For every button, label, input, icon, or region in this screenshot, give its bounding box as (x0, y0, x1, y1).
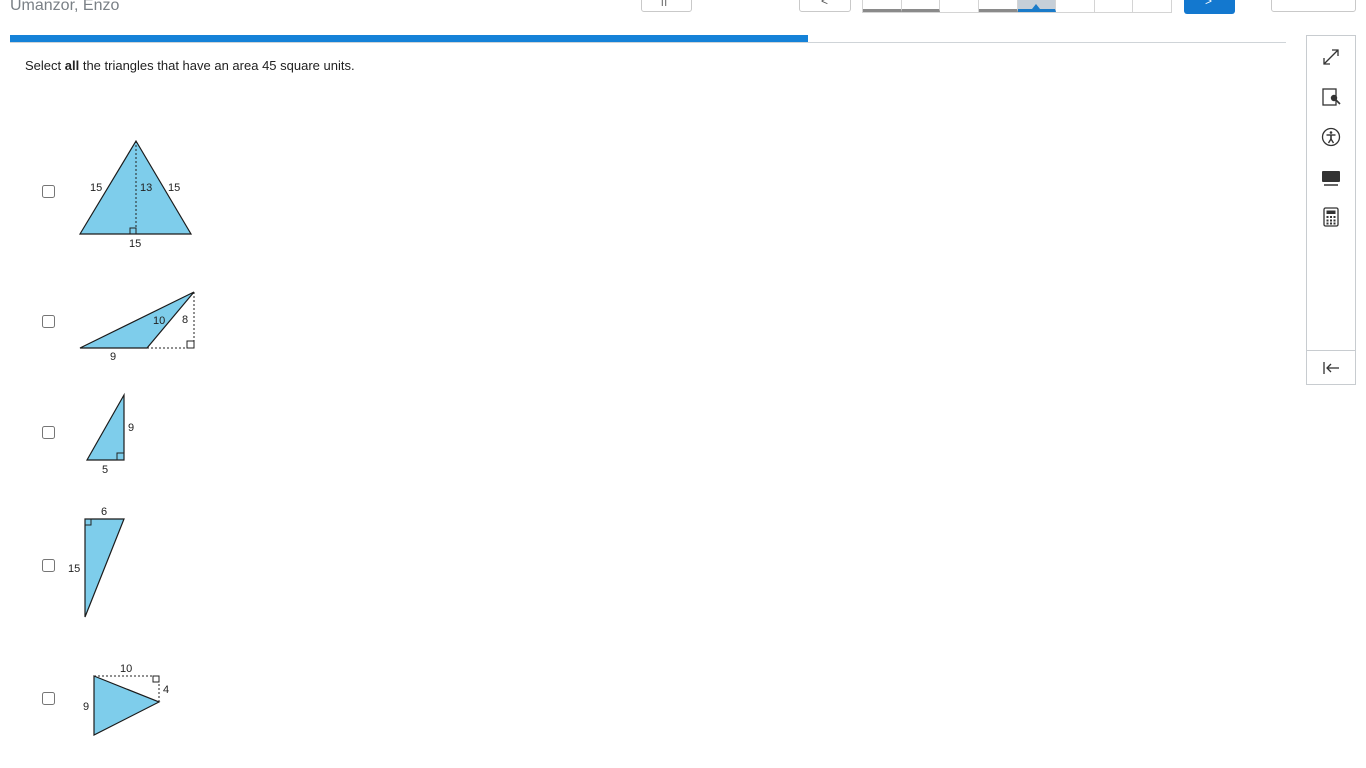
expand-icon[interactable] (1320, 46, 1342, 68)
option-e-label-top: 10 (120, 663, 132, 675)
nav-question-2[interactable] (901, 0, 941, 12)
review-button[interactable] (1271, 0, 1356, 12)
accessibility-icon[interactable] (1320, 126, 1342, 148)
collapse-panel-icon[interactable] (1320, 357, 1342, 379)
pause-icon: II (661, 0, 669, 8)
option-a-label-height: 13 (140, 182, 152, 194)
option-d-label-side: 15 (68, 563, 80, 575)
option-b-checkbox[interactable] (42, 315, 55, 328)
chevron-right-icon: > (1205, 0, 1213, 8)
question-prompt: Select all the triangles that have an ar… (25, 58, 355, 73)
option-b-triangle: 10 8 9 (79, 291, 195, 363)
option-a-label-right: 15 (168, 182, 180, 194)
tools-panel (1306, 35, 1356, 385)
option-b-label-slant: 10 (153, 315, 165, 327)
next-button[interactable]: > (1184, 0, 1235, 14)
calculator-icon[interactable] (1320, 206, 1342, 228)
question-prefix: Select (25, 58, 65, 73)
question-navigator (862, 0, 1172, 13)
student-name: Umanzor, Enzo (10, 0, 120, 14)
question-suffix: the triangles that have an area 45 squar… (79, 58, 355, 73)
option-c-triangle: 9 5 (85, 392, 134, 476)
nav-question-4[interactable] (978, 0, 1018, 12)
pause-button[interactable]: II (641, 0, 692, 12)
option-e-label-height: 4 (163, 684, 169, 696)
option-a-checkbox[interactable] (42, 185, 55, 198)
nav-question-1[interactable] (863, 0, 902, 12)
option-e-label-side: 9 (83, 701, 89, 713)
option-e-triangle: 10 4 9 (83, 663, 169, 736)
toolbar-divider (1307, 350, 1355, 351)
nav-question-7[interactable] (1095, 0, 1134, 12)
masking-icon[interactable] (1320, 166, 1342, 188)
option-d-label-top: 6 (101, 506, 107, 518)
option-a-label-base: 15 (129, 238, 141, 250)
option-b-label-height: 8 (182, 314, 188, 326)
chevron-left-icon: < (821, 0, 829, 8)
option-e-checkbox[interactable] (42, 692, 55, 705)
line-reader-icon[interactable] (1320, 86, 1342, 108)
previous-button[interactable]: < (799, 0, 851, 12)
progress-bar (10, 35, 808, 42)
question-emphasis: all (64, 58, 80, 73)
option-d-triangle: 6 15 (68, 506, 125, 618)
option-c-label-height: 9 (128, 422, 134, 434)
option-b-label-base: 9 (110, 351, 116, 363)
nav-question-5[interactable] (1017, 0, 1057, 12)
nav-question-6[interactable] (1056, 0, 1095, 12)
nav-question-3[interactable] (940, 0, 979, 12)
option-a-label-left: 15 (90, 182, 102, 194)
option-c-checkbox[interactable] (42, 426, 55, 439)
option-a-triangle: 15 13 15 15 (78, 139, 193, 250)
progress-track (10, 42, 1286, 43)
option-c-label-base: 5 (102, 464, 108, 476)
option-d-checkbox[interactable] (42, 559, 55, 572)
nav-question-8[interactable] (1133, 0, 1171, 12)
